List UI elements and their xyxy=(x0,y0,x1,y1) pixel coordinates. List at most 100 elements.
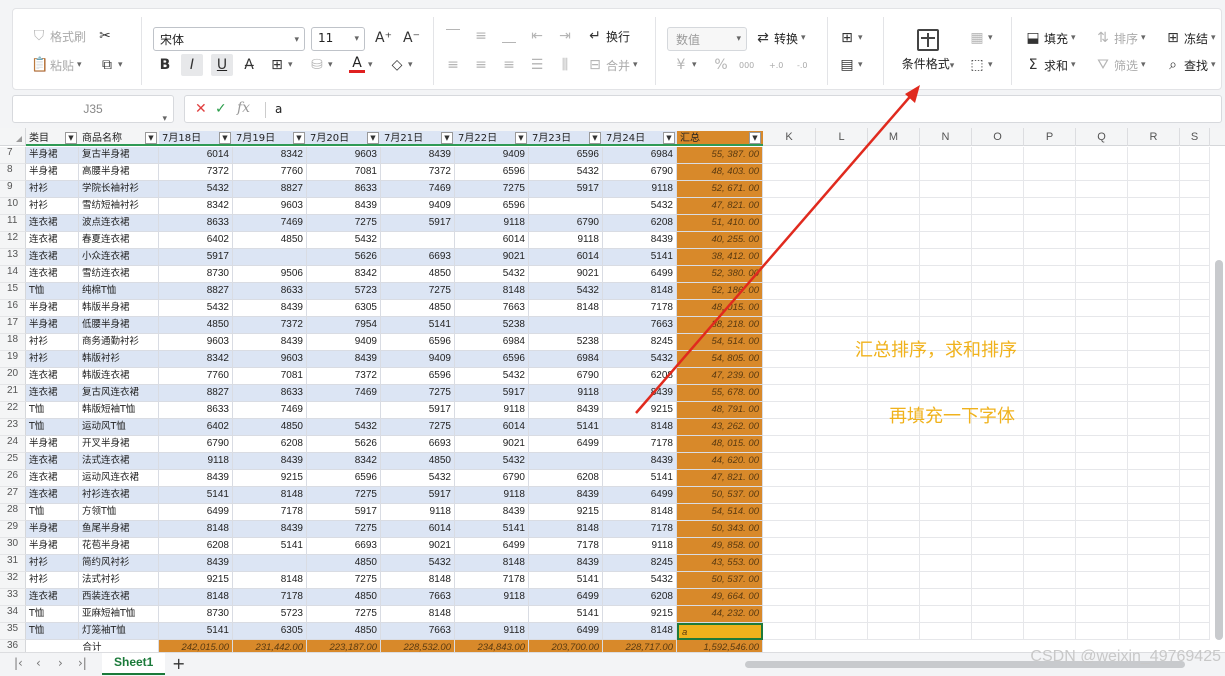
table-cell[interactable] xyxy=(920,317,972,334)
table-cell[interactable]: 7760 xyxy=(233,164,307,181)
table-cell[interactable] xyxy=(972,436,1024,453)
table-cell[interactable]: 连衣裙 xyxy=(26,368,79,385)
table-cell[interactable] xyxy=(307,402,381,419)
table-cell[interactable] xyxy=(972,266,1024,283)
decrease-indent-button[interactable]: ⇤ xyxy=(529,25,545,47)
table-cell[interactable]: 4850 xyxy=(233,232,307,249)
table-cell[interactable] xyxy=(972,198,1024,215)
table-cell[interactable]: 小众连衣裙 xyxy=(79,249,159,266)
table-cell[interactable] xyxy=(816,470,868,487)
table-cell[interactable]: 7275 xyxy=(307,215,381,232)
row-header[interactable]: 17 xyxy=(0,317,26,334)
table-cell[interactable]: 法式连衣裙 xyxy=(79,453,159,470)
table-cell[interactable]: 8342 xyxy=(307,453,381,470)
table-cell[interactable] xyxy=(1024,215,1076,232)
table-cell[interactable]: 6984 xyxy=(603,147,677,164)
table-cell[interactable] xyxy=(816,538,868,555)
table-cell[interactable] xyxy=(1024,317,1076,334)
table-cell[interactable]: 7663 xyxy=(381,589,455,606)
table-cell[interactable]: 47, 239. 00 xyxy=(677,368,763,385)
table-cell[interactable]: 7663 xyxy=(603,317,677,334)
borders-button[interactable]: ⊞ ▾ xyxy=(269,54,292,76)
currency-button[interactable]: ¥ ▾ xyxy=(673,54,697,76)
table-cell[interactable] xyxy=(972,572,1024,589)
table-cell[interactable] xyxy=(816,555,868,572)
column-header-g[interactable]: 7月22日 ▼ xyxy=(455,131,529,146)
cell-button[interactable]: ⬚ ▾ xyxy=(969,54,992,76)
table-cell[interactable] xyxy=(868,181,920,198)
table-cell[interactable]: 7178 xyxy=(233,504,307,521)
table-cell[interactable] xyxy=(1024,164,1076,181)
table-style-button[interactable]: ⊞ ▾ xyxy=(839,27,862,49)
total-cell[interactable]: 223,187.00 xyxy=(307,640,381,652)
table-cell[interactable] xyxy=(1128,266,1180,283)
align-right-button[interactable]: ≡ xyxy=(501,54,517,76)
align-center-button[interactable]: ≡ xyxy=(473,54,489,76)
table-cell[interactable] xyxy=(972,555,1024,572)
table-cell[interactable] xyxy=(1128,215,1180,232)
row-header[interactable]: 14 xyxy=(0,266,26,283)
table-cell[interactable]: 5432 xyxy=(603,198,677,215)
number-format-select[interactable]: 数值 ▾ xyxy=(667,27,747,51)
table-cell[interactable]: 衬衫 xyxy=(26,555,79,572)
table-cell[interactable] xyxy=(1024,266,1076,283)
table-cell[interactable] xyxy=(1076,181,1128,198)
table-cell[interactable] xyxy=(1180,198,1210,215)
table-cell[interactable] xyxy=(972,232,1024,249)
table-cell[interactable]: 6499 xyxy=(603,266,677,283)
table-cell[interactable]: 9215 xyxy=(159,572,233,589)
total-label[interactable]: 合计 xyxy=(26,640,159,652)
table-cell[interactable]: 5723 xyxy=(233,606,307,623)
column-header-j[interactable]: 汇总 ▼ xyxy=(677,131,763,146)
table-cell[interactable]: 7760 xyxy=(159,368,233,385)
table-cell[interactable]: 5432 xyxy=(159,300,233,317)
table-cell[interactable] xyxy=(972,300,1024,317)
table-cell[interactable] xyxy=(1076,419,1128,436)
table-cell[interactable]: 43, 553. 00 xyxy=(677,555,763,572)
table-cell[interactable] xyxy=(763,317,816,334)
table-cell[interactable]: 8148 xyxy=(603,623,677,640)
table-cell[interactable]: 9506 xyxy=(233,266,307,283)
table-cell[interactable] xyxy=(920,181,972,198)
row-header[interactable]: 29 xyxy=(0,521,26,538)
table-cell[interactable] xyxy=(816,453,868,470)
vertical-scrollbar[interactable] xyxy=(1215,150,1223,650)
table-cell[interactable]: 8148 xyxy=(455,555,529,572)
table-cell[interactable]: 6014 xyxy=(159,147,233,164)
table-cell[interactable]: 7081 xyxy=(233,368,307,385)
column-letter-m[interactable]: M xyxy=(868,128,920,146)
table-cell[interactable] xyxy=(1128,300,1180,317)
table-cell[interactable] xyxy=(763,215,816,232)
table-cell[interactable] xyxy=(1128,198,1180,215)
total-cell[interactable]: 242,015.00 xyxy=(159,640,233,652)
column-letter-r[interactable]: R xyxy=(1128,128,1180,146)
table-cell[interactable]: 9021 xyxy=(529,266,603,283)
table-cell[interactable] xyxy=(816,487,868,504)
table-cell[interactable] xyxy=(816,300,868,317)
table-cell[interactable]: 8439 xyxy=(233,334,307,351)
table-cell[interactable]: 6402 xyxy=(159,419,233,436)
table-cell[interactable] xyxy=(1024,436,1076,453)
table-cell[interactable] xyxy=(972,453,1024,470)
table-cell[interactable] xyxy=(1128,504,1180,521)
table-cell[interactable]: 48, 015. 00 xyxy=(677,436,763,453)
table-cell[interactable] xyxy=(920,453,972,470)
table-cell[interactable]: 9118 xyxy=(455,402,529,419)
table-cell[interactable]: 8730 xyxy=(159,606,233,623)
table-cell[interactable]: 6208 xyxy=(159,538,233,555)
table-cell[interactable]: 5432 xyxy=(603,351,677,368)
sort-button[interactable]: ⇅ 排序 ▾ xyxy=(1095,27,1145,49)
table-cell[interactable]: 8245 xyxy=(603,555,677,572)
table-cell[interactable] xyxy=(1024,334,1076,351)
table-cell[interactable] xyxy=(1128,521,1180,538)
table-cell[interactable]: 半身裙 xyxy=(26,147,79,164)
table-cell[interactable]: 6790 xyxy=(603,164,677,181)
align-bottom-button[interactable]: ⎽ xyxy=(501,25,517,47)
table-cell[interactable]: 38, 412. 00 xyxy=(677,249,763,266)
table-cell[interactable]: 6693 xyxy=(381,249,455,266)
table-cell[interactable] xyxy=(1076,385,1128,402)
increase-font-button[interactable]: A⁺ xyxy=(375,27,392,49)
row-header[interactable]: 26 xyxy=(0,470,26,487)
table-cell[interactable] xyxy=(816,249,868,266)
table-cell[interactable] xyxy=(920,538,972,555)
